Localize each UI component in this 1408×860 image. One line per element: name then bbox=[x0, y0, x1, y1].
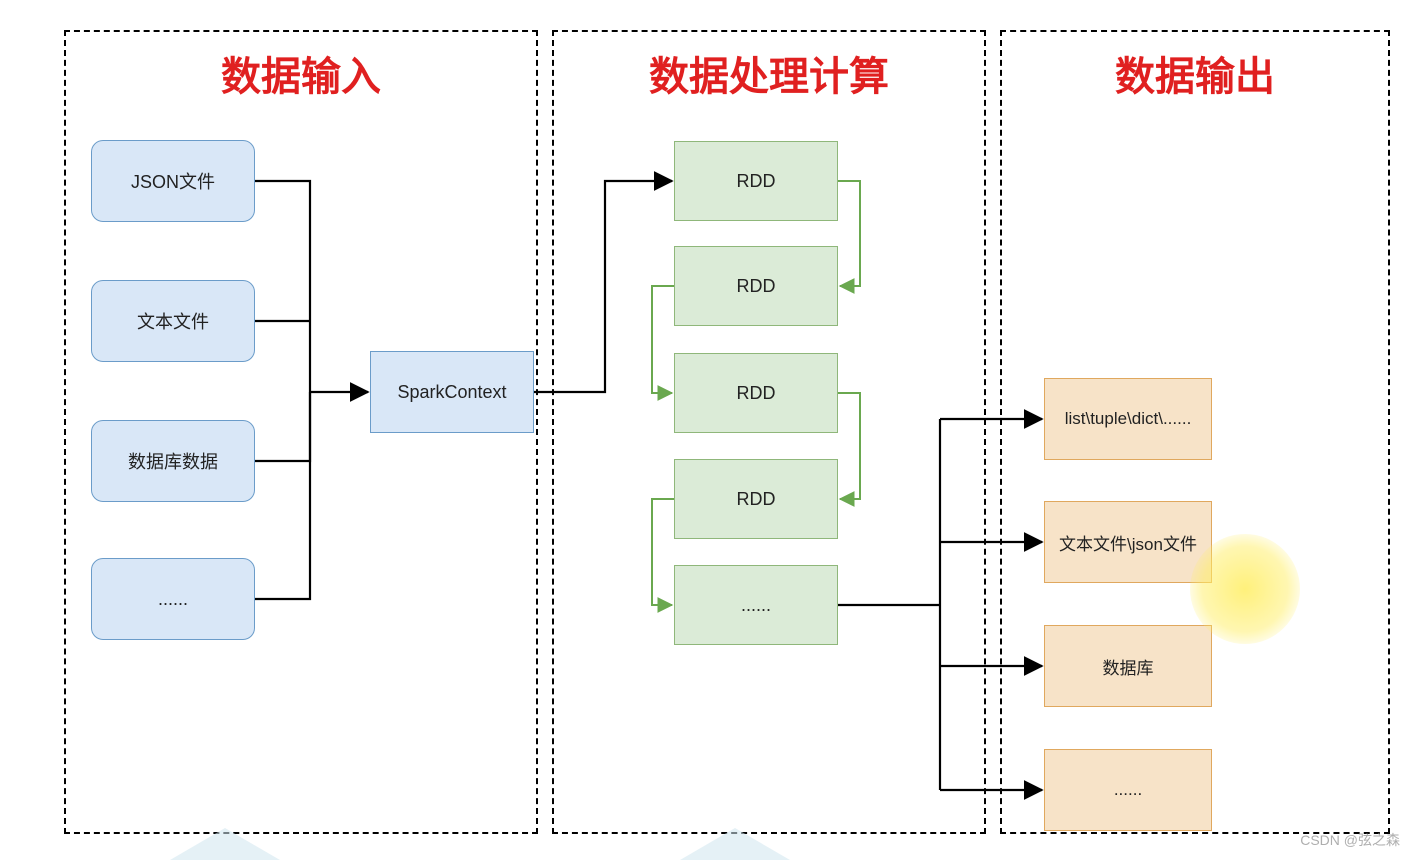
node-json-file-label: JSON文件 bbox=[131, 168, 215, 194]
decor-triangle-left bbox=[170, 828, 280, 860]
node-output-db-label: 数据库 bbox=[1103, 654, 1154, 679]
node-output-textjson: 文本文件\json文件 bbox=[1044, 501, 1212, 583]
node-output-textjson-label: 文本文件\json文件 bbox=[1059, 530, 1197, 555]
node-db-data-label: 数据库数据 bbox=[128, 448, 218, 474]
node-rdd-5: ...... bbox=[674, 565, 838, 645]
node-rdd-3-label: RDD bbox=[737, 383, 776, 404]
panel-output-title: 数据输出 bbox=[1002, 44, 1388, 102]
node-db-data: 数据库数据 bbox=[91, 420, 255, 502]
node-rdd-4-label: RDD bbox=[737, 489, 776, 510]
node-output-more: ...... bbox=[1044, 749, 1212, 831]
node-rdd-2-label: RDD bbox=[737, 276, 776, 297]
node-text-file: 文本文件 bbox=[91, 280, 255, 362]
node-text-file-label: 文本文件 bbox=[137, 308, 209, 334]
node-input-more: ...... bbox=[91, 558, 255, 640]
node-rdd-4: RDD bbox=[674, 459, 838, 539]
decor-triangle-right bbox=[680, 828, 790, 860]
node-rdd-2: RDD bbox=[674, 246, 838, 326]
node-rdd-3: RDD bbox=[674, 353, 838, 433]
node-output-list: list\tuple\dict\...... bbox=[1044, 378, 1212, 460]
node-rdd-1: RDD bbox=[674, 141, 838, 221]
node-output-list-label: list\tuple\dict\...... bbox=[1065, 409, 1192, 429]
node-spark-context-label: SparkContext bbox=[397, 382, 506, 403]
diagram-canvas: 数据输入 数据处理计算 数据输出 JSON文件 文本文件 数据库数据 .....… bbox=[0, 0, 1408, 856]
watermark: CSDN @弦之森 bbox=[1300, 830, 1400, 850]
node-output-db: 数据库 bbox=[1044, 625, 1212, 707]
panel-compute-title: 数据处理计算 bbox=[554, 44, 984, 102]
node-spark-context: SparkContext bbox=[370, 351, 534, 433]
panel-input-title: 数据输入 bbox=[66, 44, 536, 102]
node-output-more-label: ...... bbox=[1114, 780, 1142, 800]
node-rdd-1-label: RDD bbox=[737, 171, 776, 192]
node-input-more-label: ...... bbox=[158, 589, 188, 610]
node-json-file: JSON文件 bbox=[91, 140, 255, 222]
node-rdd-5-label: ...... bbox=[741, 595, 771, 616]
